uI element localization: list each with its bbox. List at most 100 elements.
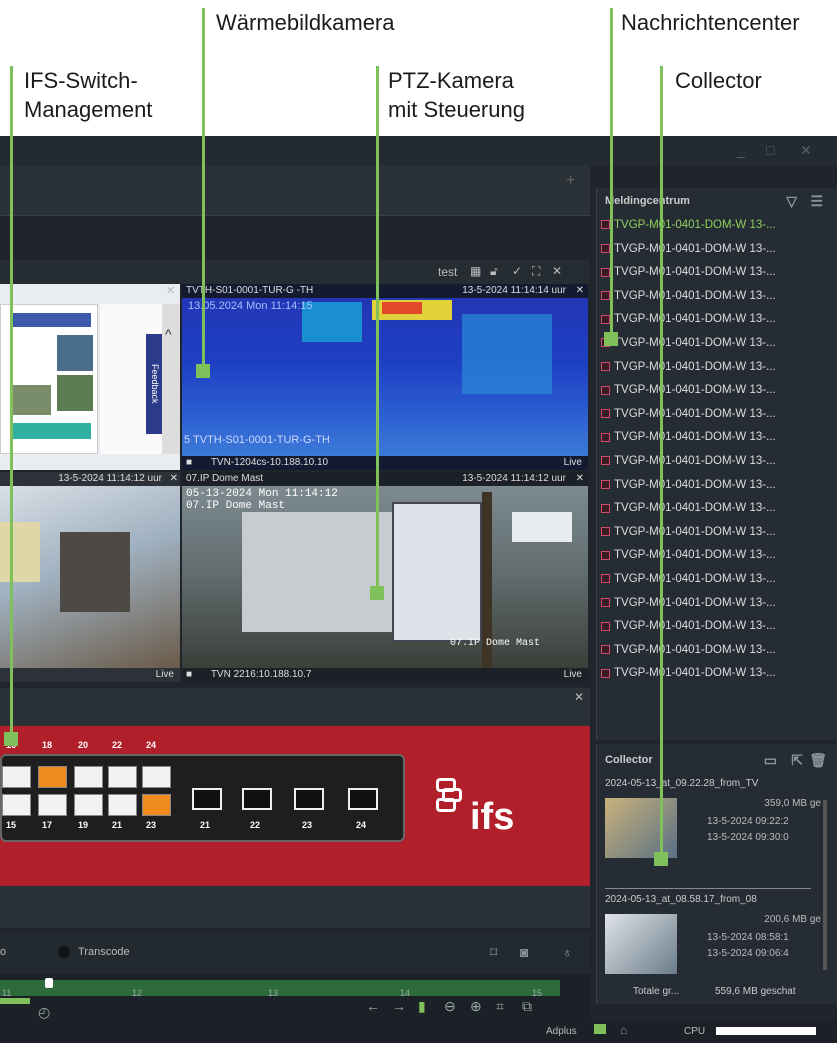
alarm-icon — [601, 550, 610, 560]
message-item[interactable]: TVGP-M01-0401-DOM-W 13-... — [597, 214, 837, 238]
collector-size: 359,0 MB ge — [764, 798, 821, 809]
port-block: 16 18 20 22 24 15 17 — [0, 740, 405, 842]
transcode-radio[interactable] — [58, 946, 70, 958]
tile-thermal[interactable]: TVTH-S01-0001-TUR-G -TH 13-5-2024 11:14:… — [182, 284, 588, 470]
port-label: 23 — [146, 820, 157, 830]
close-switch-icon[interactable]: ✕ — [574, 690, 584, 704]
message-item[interactable]: TVGP-M01-0401-DOM-W 13-... — [597, 662, 837, 686]
app-window: _ □ ✕ + test ▦ 🔓︎ ✓ ⛶ ✕ Feedback ^ ✕ TVT… — [0, 136, 837, 1043]
tile-web[interactable]: Feedback ^ ✕ — [0, 284, 180, 470]
message-item[interactable]: TVGP-M01-0401-DOM-W 13-... — [597, 238, 837, 262]
message-item[interactable]: TVGP-M01-0401-DOM-W 13-... — [597, 639, 837, 663]
sfp-port[interactable] — [348, 788, 378, 810]
fit-icon[interactable]: ⌗ — [496, 998, 504, 1015]
switch-port-active[interactable] — [38, 766, 67, 788]
status-user: Adplus — [546, 1026, 577, 1037]
monitor-icon[interactable] — [594, 1024, 606, 1034]
menu-icon[interactable]: ☰ — [810, 188, 823, 214]
switch-port[interactable] — [2, 766, 31, 788]
close-icon[interactable]: ✕ — [800, 142, 812, 159]
timeline-cursor[interactable] — [45, 978, 53, 988]
ptz-snapshot-icon[interactable]: ■ — [186, 669, 192, 680]
sfp-port[interactable] — [192, 788, 222, 810]
switch-port[interactable] — [38, 794, 67, 816]
layout-icon[interactable]: ▦ — [470, 264, 481, 278]
sfp-port[interactable] — [294, 788, 324, 810]
switch-port[interactable] — [108, 766, 137, 788]
maximize-icon[interactable]: □ — [766, 142, 774, 158]
close-view-icon[interactable]: ✕ — [552, 264, 562, 278]
switch-port-active[interactable] — [142, 794, 171, 816]
message-item[interactable]: TVGP-M01-0401-DOM-W 13-... — [597, 592, 837, 616]
fullscreen-icon[interactable]: ⛶ — [532, 264, 540, 279]
message-text: TVGP-M01-0401-DOM-W 13-... — [614, 454, 776, 467]
add-tab-icon[interactable]: + — [566, 172, 575, 190]
open-external-icon[interactable]: ⇱ — [791, 744, 803, 776]
message-item[interactable]: TVGP-M01-0401-DOM-W 13-... — [597, 497, 837, 521]
interior-live[interactable]: Live — [156, 668, 174, 682]
export-icon[interactable]: ⧉ — [522, 998, 532, 1015]
message-item[interactable]: TVGP-M01-0401-DOM-W 13-... — [597, 379, 837, 403]
collector-item[interactable]: 2024-05-13_at_08.58.17_from_08 200,6 MB … — [597, 890, 825, 990]
message-item[interactable]: TVGP-M01-0401-DOM-W 13-... — [597, 544, 837, 568]
scroll-up-icon[interactable]: ^ — [165, 326, 172, 342]
message-item[interactable]: TVGP-M01-0401-DOM-W 13-... — [597, 356, 837, 380]
port-label: 18 — [42, 740, 53, 750]
switch-port[interactable] — [108, 794, 137, 816]
sfp-label: 24 — [356, 820, 367, 830]
message-item[interactable]: TVGP-M01-0401-DOM-W 13-... — [597, 568, 837, 592]
collector-header: Collector ▭ ⇱ 🗑︎ — [597, 744, 837, 776]
sfp-port[interactable] — [242, 788, 272, 810]
bookmark-green-icon[interactable]: ▮ — [418, 998, 426, 1015]
snapshot-icon[interactable]: ■ — [186, 457, 192, 468]
switch-port[interactable] — [142, 766, 171, 788]
collector-scrollbar[interactable] — [823, 800, 827, 970]
web-scrollbar[interactable]: ^ — [162, 304, 180, 454]
message-item[interactable]: TVGP-M01-0401-DOM-W 13-... — [597, 450, 837, 474]
switch-port[interactable] — [2, 794, 31, 816]
message-item[interactable]: TVGP-M01-0401-DOM-W 13-... — [597, 521, 837, 545]
back-icon[interactable]: ← — [366, 998, 380, 1014]
ptz-live[interactable]: Live — [564, 668, 582, 682]
alarm-icon — [601, 480, 610, 489]
zoom-out-icon[interactable]: ⊖ — [444, 998, 456, 1015]
callout-collector: Collector — [675, 68, 762, 93]
callout-marker-ifs — [4, 732, 18, 746]
close-ptz-icon[interactable]: ✕ — [576, 472, 584, 486]
callout-ptz-line2: mit Steuerung — [388, 97, 525, 122]
forward-icon[interactable]: → — [392, 998, 406, 1014]
timeline-track[interactable] — [0, 980, 560, 996]
thermal-live[interactable]: Live — [564, 456, 582, 470]
message-item[interactable]: TVGP-M01-0401-DOM-W 13-... — [597, 285, 837, 309]
filter-icon[interactable]: ▽ — [786, 188, 797, 214]
bookmark-icon[interactable]: ⌑ — [490, 944, 497, 961]
message-item[interactable]: TVGP-M01-0401-DOM-W 13-... — [597, 308, 837, 332]
trash-icon[interactable]: 🗑︎ — [809, 744, 827, 776]
tile-interior[interactable]: 13-5-2024 11:14:12 uur ✕ Live — [0, 472, 180, 682]
switch-port[interactable] — [74, 766, 103, 788]
camera-icon[interactable]: ◙ — [520, 944, 528, 960]
microphone-icon[interactable]: ♁ — [562, 944, 573, 960]
collector-item[interactable]: 2024-05-13_at_09.22.28_from_TV 359,0 MB … — [597, 776, 825, 888]
minimize-icon[interactable]: _ — [737, 142, 745, 158]
message-item[interactable]: TVGP-M01-0401-DOM-W 13-... — [597, 474, 837, 498]
switch-chassis: 16 18 20 22 24 15 17 — [0, 726, 590, 886]
network-icon[interactable]: ⌂ — [620, 1023, 627, 1037]
message-item[interactable]: TVGP-M01-0401-DOM-W 13-... — [597, 403, 837, 427]
message-item[interactable]: TVGP-M01-0401-DOM-W 13-... — [597, 261, 837, 285]
tile-ptz[interactable]: 07.IP Dome Mast 13-5-2024 11:14:12 uur ✕… — [182, 472, 588, 682]
switch-port[interactable] — [74, 794, 103, 816]
message-item[interactable]: TVGP-M01-0401-DOM-W 13-... — [597, 332, 837, 356]
alarm-icon — [601, 456, 610, 466]
message-item[interactable]: TVGP-M01-0401-DOM-W 13-... — [597, 426, 837, 450]
close-thermal-icon[interactable]: ✕ — [576, 284, 584, 298]
lock-icon[interactable]: 🔓︎ — [490, 264, 498, 279]
zoom-in-icon[interactable]: ⊕ — [470, 998, 482, 1015]
message-item[interactable]: TVGP-M01-0401-DOM-W 13-... — [597, 615, 837, 639]
close-tile-icon[interactable]: ✕ — [166, 284, 175, 297]
folder-icon[interactable]: ▭ — [764, 744, 777, 776]
collector-panel: Collector ▭ ⇱ 🗑︎ 2024-05-13_at_09.22.28_… — [596, 744, 837, 1004]
close-interior-icon[interactable]: ✕ — [170, 472, 178, 486]
thermal-recorder: TVN-1204cs-10.188.10.10 — [210, 457, 329, 468]
check-icon[interactable]: ✓ — [512, 264, 522, 278]
